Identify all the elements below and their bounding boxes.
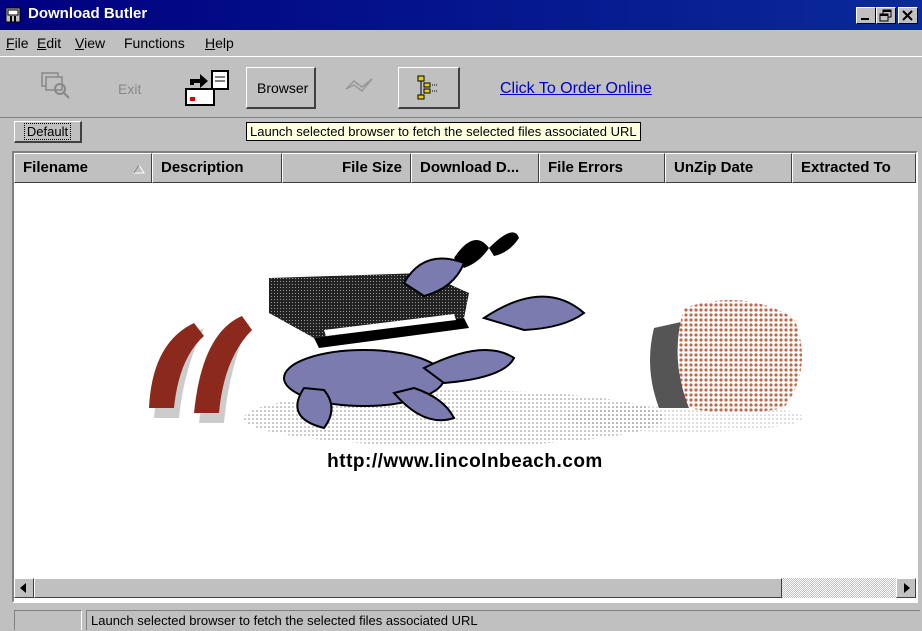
column-label: Description (161, 159, 244, 176)
check-icon (345, 78, 373, 93)
column-label: Filename (23, 159, 89, 176)
browser-button[interactable]: Browser (246, 67, 316, 109)
find-files-button[interactable] (36, 67, 76, 109)
status-bar: Launch selected browser to fetch the sel… (0, 607, 922, 630)
order-online-link[interactable]: Click To Order Online (500, 80, 652, 98)
tooltip: Launch selected browser to fetch the sel… (246, 122, 641, 141)
close-button[interactable] (898, 7, 918, 24)
column-header-filename[interactable]: Filename (14, 153, 152, 183)
status-message: Launch selected browser to fetch the sel… (86, 610, 920, 630)
column-label: Download D... (420, 159, 520, 176)
maximize-button[interactable] (876, 7, 896, 24)
scroll-left-button[interactable] (14, 578, 34, 598)
app-icon (5, 7, 21, 23)
title-bar[interactable]: Download Butler (0, 0, 922, 30)
minimize-button[interactable] (856, 7, 876, 24)
website-url: http://www.lincolnbeach.com (327, 451, 603, 472)
default-tab-label: Default (23, 123, 72, 140)
menu-edit[interactable]: Edit (37, 35, 61, 51)
scroll-track[interactable] (34, 578, 896, 598)
status-pane-left (14, 610, 82, 630)
column-header-download-date[interactable]: Download D... (411, 153, 539, 183)
list-header: Filename Description File Size Download … (14, 153, 916, 183)
default-tab-button[interactable]: Default (14, 121, 82, 143)
column-header-unzip-date[interactable]: UnZip Date (665, 153, 792, 183)
column-label: Extracted To (801, 159, 891, 176)
menu-file[interactable]: File (6, 35, 29, 51)
launch-browser-icon (185, 70, 229, 106)
scroll-thumb[interactable] (34, 578, 782, 598)
launch-browser-button[interactable] (182, 67, 236, 109)
sort-ascending-icon (133, 164, 145, 174)
column-header-file-size[interactable]: File Size (282, 153, 411, 183)
tree-view-icon (417, 75, 437, 100)
confirm-button[interactable] (340, 67, 380, 109)
scroll-right-button[interactable] (896, 578, 916, 598)
exit-label: Exit (118, 81, 142, 97)
column-header-file-errors[interactable]: File Errors (539, 153, 665, 183)
search-files-icon (41, 72, 70, 99)
column-header-extracted-to[interactable]: Extracted To (792, 153, 916, 183)
column-label: UnZip Date (674, 159, 754, 176)
menu-bar: File Edit View Functions Help (0, 30, 922, 56)
arrow-right-icon (904, 583, 910, 593)
tree-view-button[interactable] (398, 67, 460, 109)
toolbar: Exit Browser Click To Order Online (0, 56, 922, 118)
arrow-left-icon (20, 583, 26, 593)
file-list-view[interactable]: Filename Description File Size Download … (12, 151, 918, 603)
column-header-description[interactable]: Description (152, 153, 282, 183)
column-label: File Size (341, 159, 402, 176)
minimize-icon (861, 18, 869, 20)
menu-view[interactable]: View (75, 35, 105, 51)
menu-functions[interactable]: Functions (124, 35, 185, 51)
close-icon (902, 10, 913, 21)
exit-button[interactable]: Exit (108, 67, 148, 109)
crab-with-book-logo (149, 232, 804, 446)
window-title: Download Butler (28, 5, 148, 22)
menu-help[interactable]: Help (205, 35, 234, 51)
column-label: File Errors (548, 159, 624, 176)
horizontal-scrollbar[interactable] (12, 578, 918, 600)
restore-icon (879, 9, 892, 22)
browser-label: Browser (257, 80, 309, 96)
